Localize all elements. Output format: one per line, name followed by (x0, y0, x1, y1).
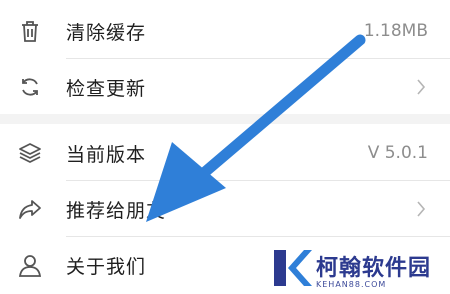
refresh-icon (16, 73, 44, 101)
clear-cache-label: 清除缓存 (66, 21, 147, 44)
chevron-right-icon (414, 199, 428, 219)
trash-icon (16, 17, 44, 45)
recommend-friend-row[interactable]: 推荐给朋友 (0, 180, 450, 238)
cache-size-value: 1.18MB (363, 21, 428, 41)
recommend-friend-label: 推荐给朋友 (66, 199, 167, 222)
share-icon (16, 195, 44, 223)
version-value: V 5.0.1 (367, 143, 428, 163)
check-update-label: 检查更新 (66, 77, 147, 100)
section-gap (0, 114, 450, 124)
current-version-label: 当前版本 (66, 143, 147, 166)
clear-cache-row[interactable]: 清除缓存 1.18MB (0, 2, 450, 60)
about-us-label: 关于我们 (66, 255, 147, 278)
layers-icon (16, 139, 44, 167)
user-icon (16, 251, 44, 279)
watermark-name: 柯翰软件园 (316, 256, 432, 281)
current-version-row: 当前版本 V 5.0.1 (0, 124, 450, 182)
watermark-url: KEHAN88.COM (316, 280, 387, 289)
chevron-right-icon (414, 77, 428, 97)
check-update-row[interactable]: 检查更新 (0, 58, 450, 116)
